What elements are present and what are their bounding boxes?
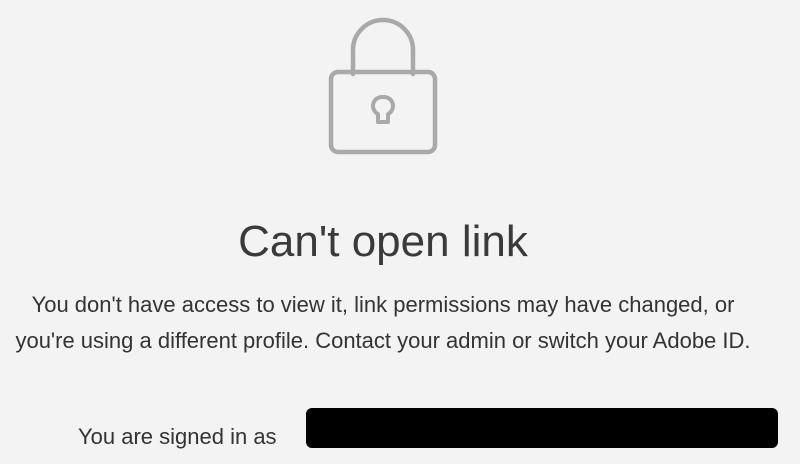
signed-in-label: You are signed in as (78, 424, 277, 449)
signed-in-row: You are signed in as (0, 408, 800, 464)
error-message: You don't have access to view it, link p… (15, 292, 751, 353)
page-title: Can't open link (238, 217, 528, 266)
redacted-account-name (306, 408, 778, 448)
lock-icon (324, 14, 442, 156)
